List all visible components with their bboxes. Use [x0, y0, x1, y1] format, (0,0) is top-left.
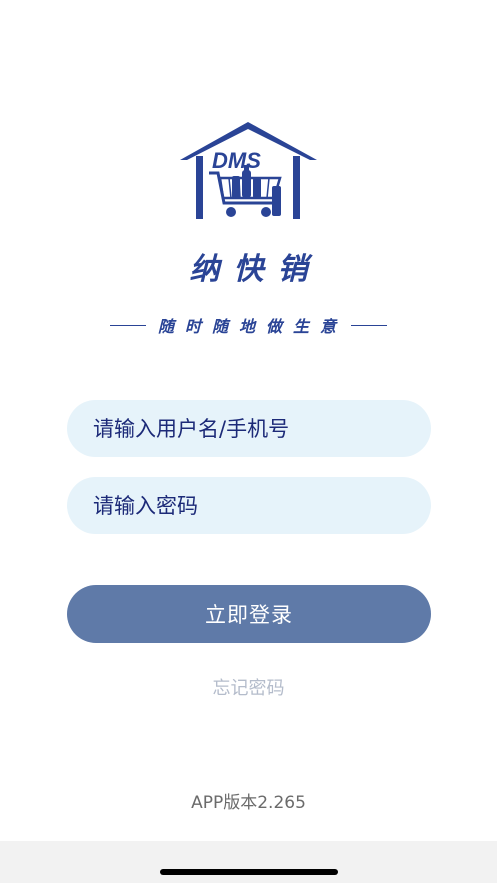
dms-house-cart-logo: DMS: [180, 122, 317, 219]
password-input[interactable]: [93, 493, 431, 518]
svg-text:DMS: DMS: [212, 148, 261, 173]
username-field[interactable]: [67, 400, 431, 457]
slogan-row: 随时随地做生意: [0, 314, 497, 336]
slogan-right-line: [351, 324, 387, 326]
slogan-left-line: [109, 324, 146, 326]
slogan-text: 随时随地做生意: [157, 317, 347, 336]
app-version-label: APP版本2.265: [191, 793, 306, 813]
forgot-password-link[interactable]: 忘记密码: [0, 674, 497, 700]
app-name: 纳快销: [189, 252, 322, 287]
password-field[interactable]: [67, 477, 431, 534]
home-indicator[interactable]: [160, 869, 338, 875]
username-input[interactable]: [93, 416, 431, 441]
login-button[interactable]: 立即登录: [67, 585, 431, 643]
login-screen: DMS 纳快销 随时随地做生意 立即登录 忘记密码 APP版本2.265: [0, 0, 497, 883]
bottom-safe-area: [0, 841, 497, 883]
